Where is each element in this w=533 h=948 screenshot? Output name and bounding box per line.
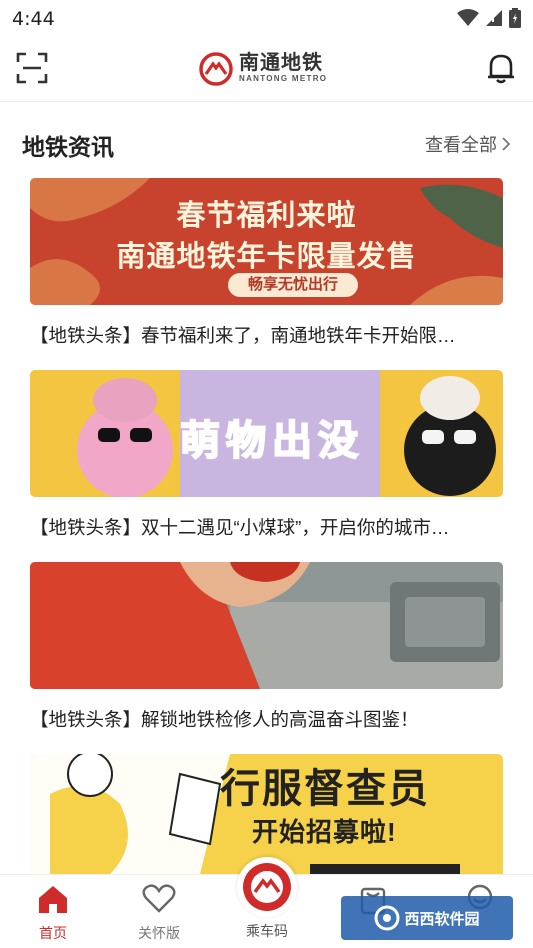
home-icon — [39, 886, 67, 913]
news-caption-3[interactable]: 【地铁头条】解锁地铁检修人的高温奋斗图鉴！ — [30, 706, 505, 732]
logo-chinese: 南通地铁 — [239, 52, 323, 74]
banner-2-char-4: 没 — [317, 418, 359, 464]
news-banner-3[interactable] — [30, 562, 503, 689]
bell-icon[interactable] — [483, 50, 519, 86]
metro-logo-icon — [199, 52, 233, 86]
tab-home-label: 首页 — [39, 925, 67, 941]
banner-4-subtitle: 开始招募啦! — [252, 817, 397, 847]
news-banner-1[interactable]: 春节福利来啦 南通地铁年卡限量发售 畅享无忧出行 — [30, 178, 503, 305]
black-plush-image — [404, 376, 496, 496]
view-all-label: 查看全部 — [425, 135, 497, 155]
pink-plush-image — [77, 378, 173, 497]
tab-care[interactable]: 关怀版 — [119, 883, 199, 943]
tab-home[interactable]: 首页 — [13, 883, 93, 943]
banner-1-line-1: 春节福利来啦 — [176, 200, 357, 232]
chevron-right-icon — [502, 137, 511, 151]
logo-english: NANTONG METRO — [239, 74, 328, 83]
signal-icon — [486, 10, 502, 26]
tab-care-label: 关怀版 — [138, 925, 180, 941]
status-time: 4:44 — [12, 8, 55, 30]
news-caption-1[interactable]: 【地铁头条】春节福利来了，南通地铁年卡开始限… — [30, 322, 505, 348]
banner-2-char-2: 物 — [225, 418, 267, 464]
maintenance-worker-photo — [30, 562, 503, 689]
watermark-text: 西西软件园 — [404, 910, 480, 928]
banner-4-title: 行服督查员 — [220, 767, 430, 811]
banner-2-char-3: 出 — [271, 418, 313, 464]
scan-icon[interactable] — [14, 50, 50, 86]
battery-icon — [509, 8, 521, 28]
banner-1-pill: 畅享无忧出行 — [228, 273, 358, 297]
tab-ride-label[interactable]: 乘车码 — [230, 921, 304, 941]
metro-logo-icon — [243, 863, 291, 911]
section-title: 地铁资讯 — [22, 134, 114, 160]
status-bar: 4:44 — [0, 0, 533, 36]
heart-icon — [142, 884, 176, 913]
news-banner-4[interactable]: 行服督查员 开始招募啦! — [30, 754, 503, 874]
watermark-logo-icon — [374, 905, 400, 931]
news-caption-2[interactable]: 【地铁头条】双十二遇见“小煤球”，开启你的城市… — [30, 514, 505, 540]
site-watermark: 西西软件园 — [341, 896, 513, 940]
app-header: 南通地铁 NANTONG METRO — [0, 36, 533, 102]
wifi-icon — [457, 9, 479, 26]
system-icons — [457, 8, 521, 28]
banner-1-line-2: 南通地铁年卡限量发售 — [116, 241, 417, 273]
banner-2-char-1: 萌 — [179, 418, 221, 464]
news-section-header: 地铁资讯 查看全部 — [0, 118, 533, 162]
app-logo: 南通地铁 NANTONG METRO — [199, 50, 327, 88]
ride-code-button[interactable] — [237, 857, 297, 917]
view-all-link[interactable]: 查看全部 — [425, 131, 511, 157]
news-banner-2[interactable]: 萌 物 出 没 — [30, 370, 503, 497]
